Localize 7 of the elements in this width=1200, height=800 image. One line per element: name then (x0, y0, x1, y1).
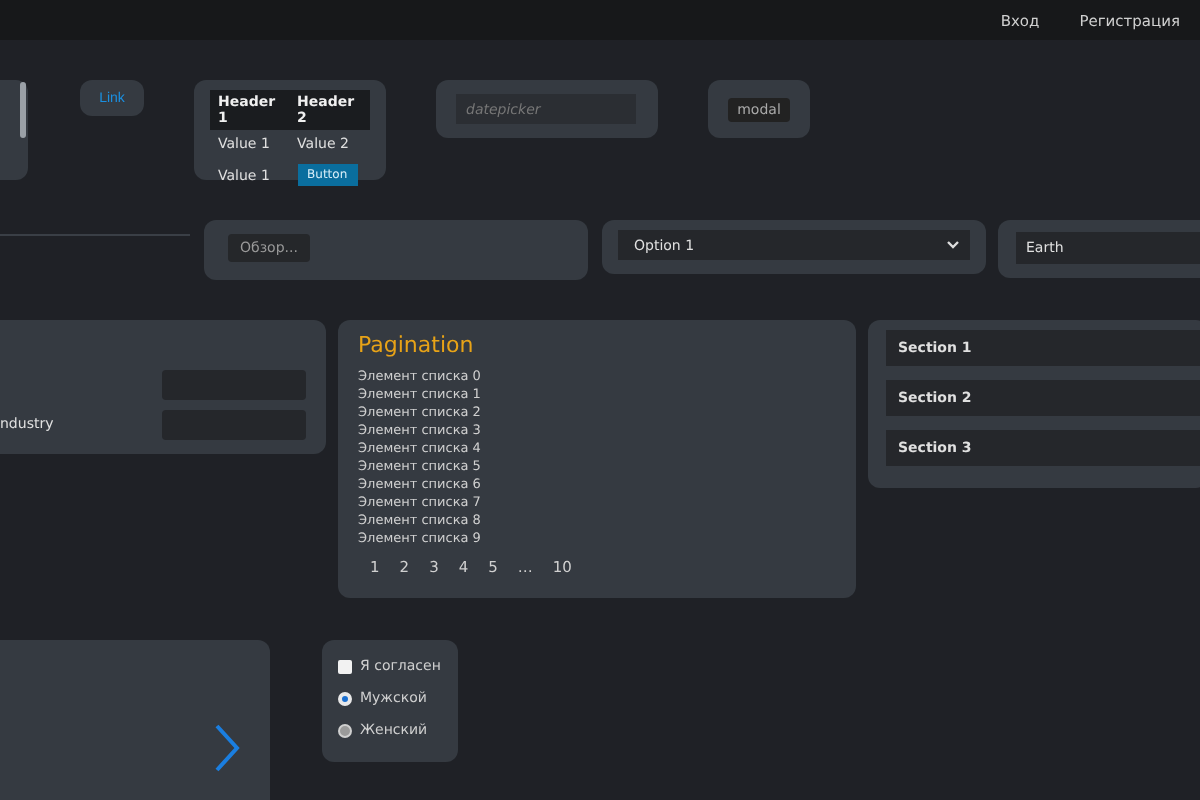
pagination-title: Pagination (358, 332, 476, 358)
radio-button[interactable] (338, 723, 352, 737)
chevron-right-icon[interactable] (214, 724, 240, 772)
chevron-down-icon (946, 240, 960, 250)
radio-button[interactable] (338, 691, 352, 705)
checkbox[interactable] (338, 659, 352, 673)
scrollbar-thumb[interactable] (20, 82, 26, 138)
